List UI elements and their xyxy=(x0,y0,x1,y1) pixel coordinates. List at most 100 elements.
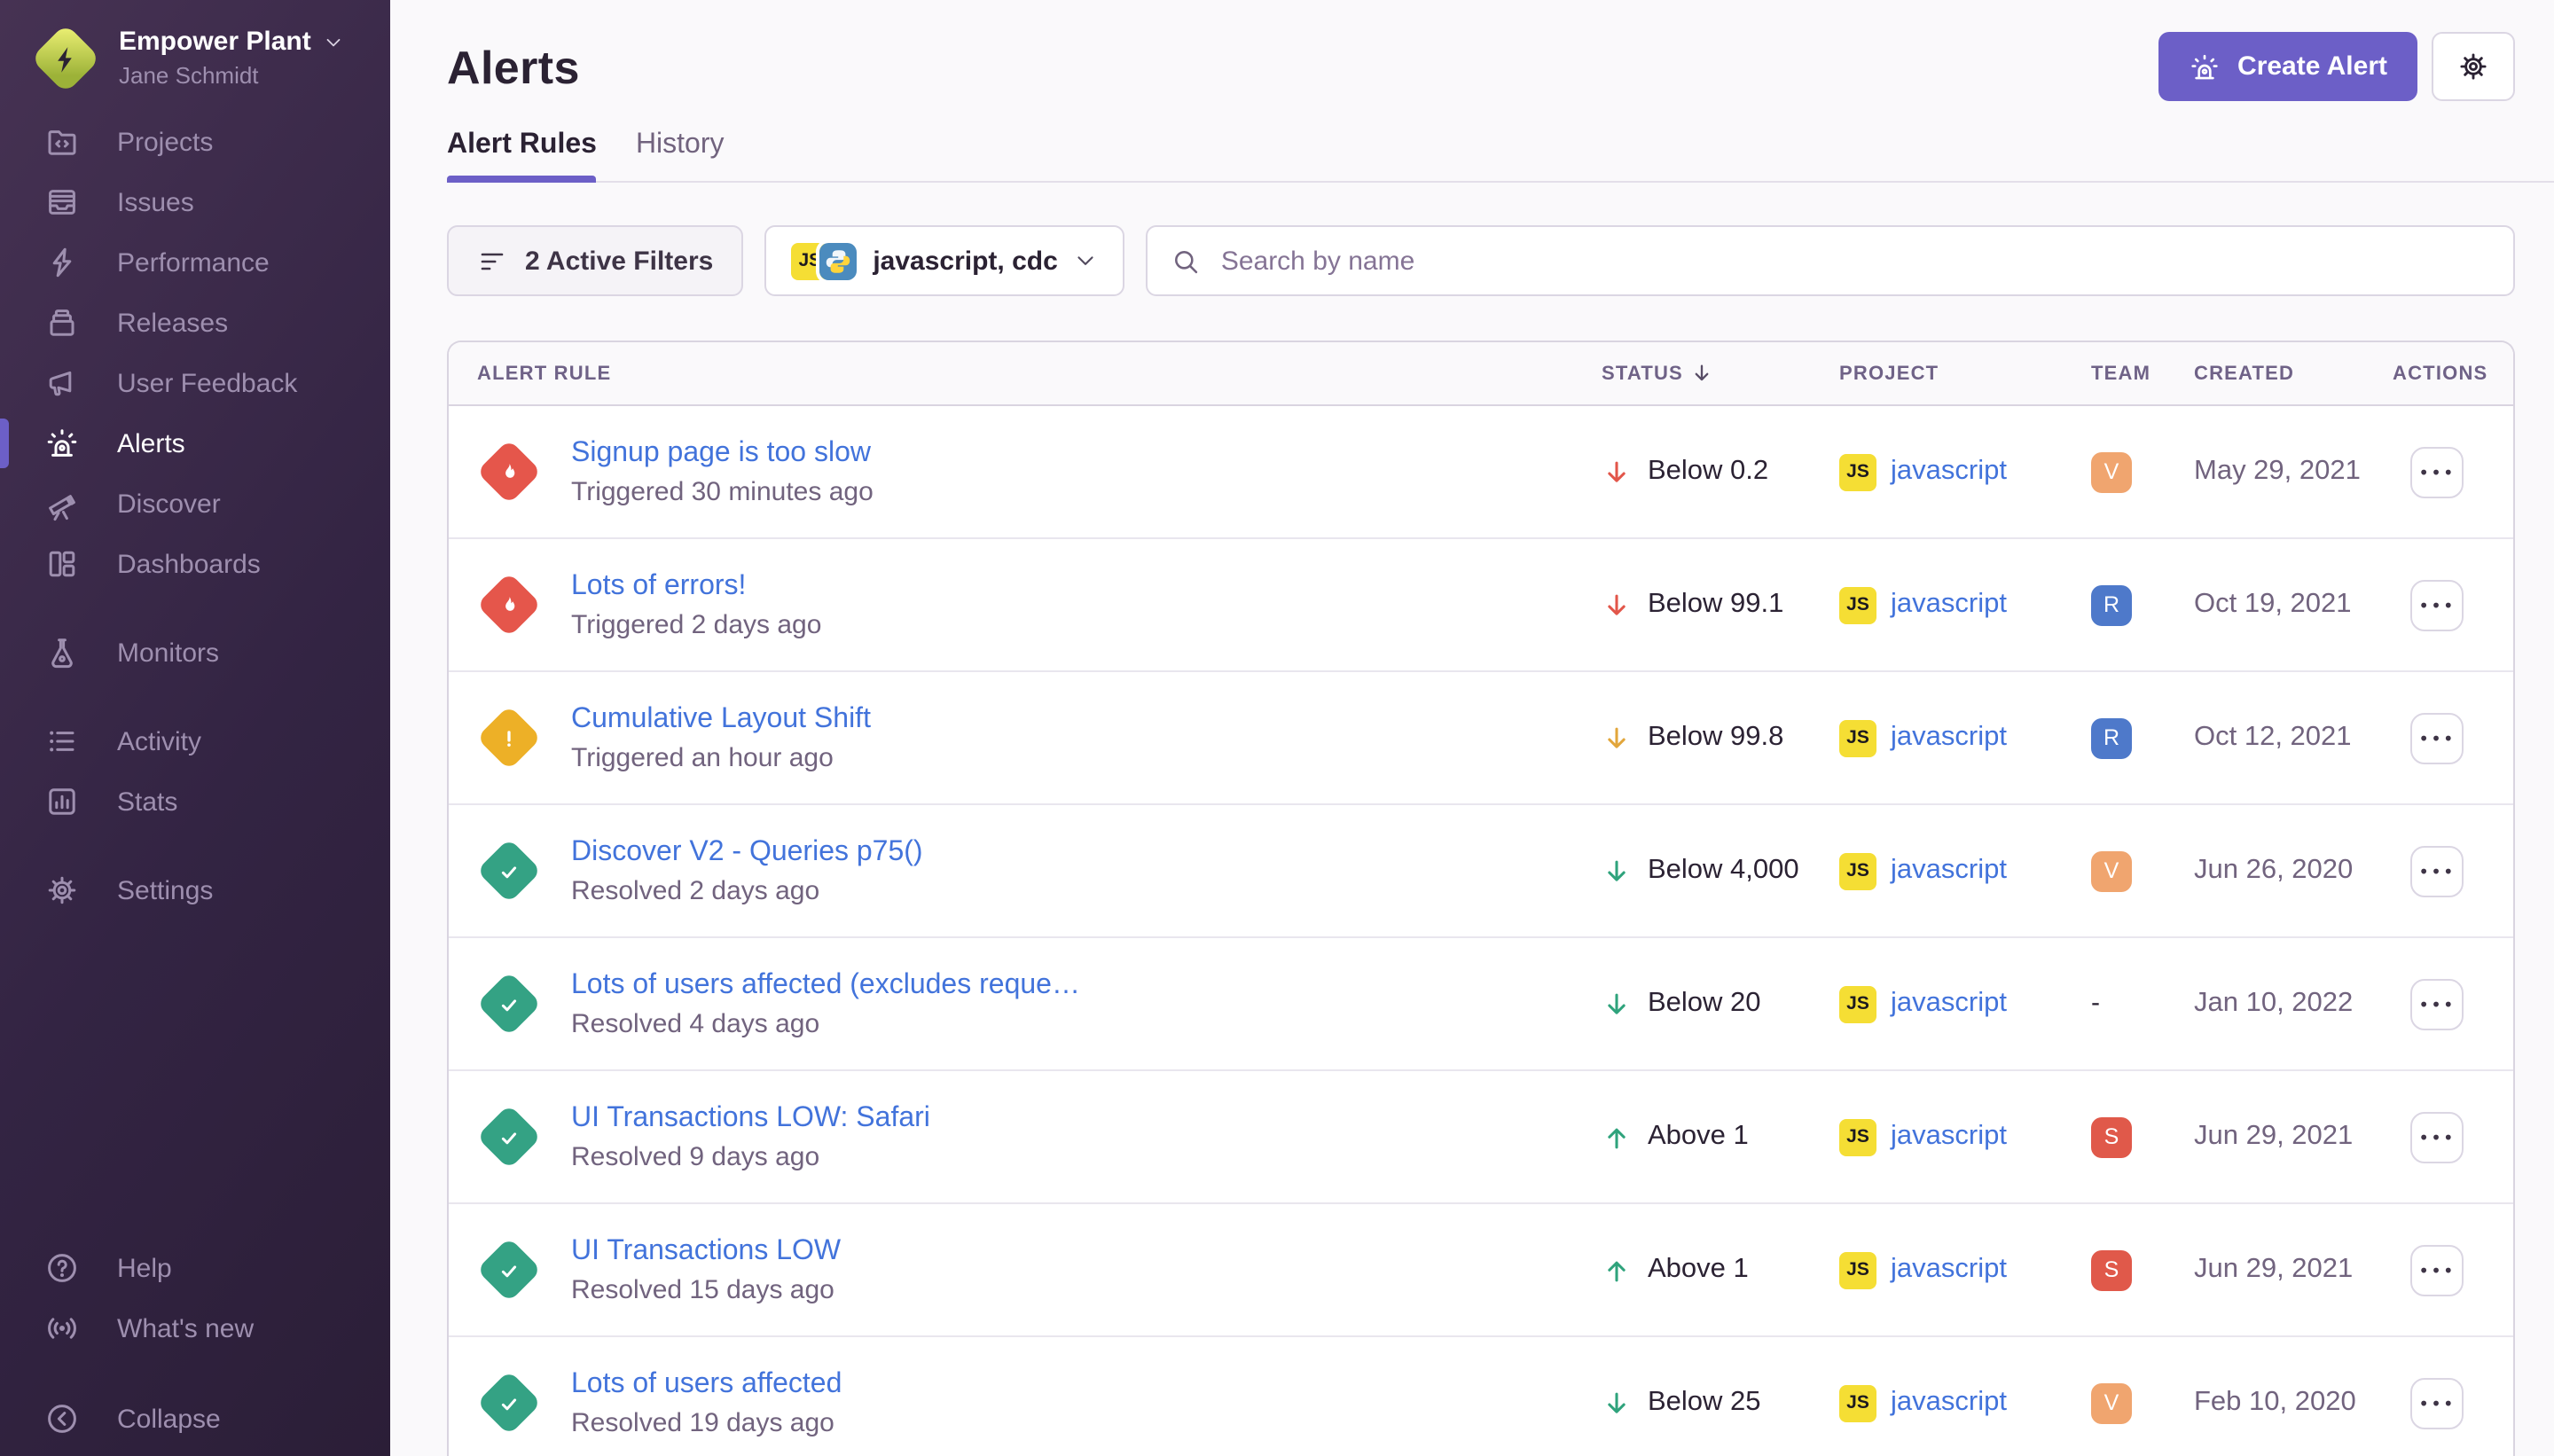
alert-rule-link[interactable]: UI Transactions LOW xyxy=(571,1234,841,1268)
sidebar-item-monitors[interactable]: Monitors xyxy=(0,622,390,683)
sidebar-item-alerts[interactable]: Alerts xyxy=(0,413,390,474)
sidebar-item-releases[interactable]: Releases xyxy=(0,293,390,353)
project-link[interactable]: javascript xyxy=(1891,1387,2007,1419)
tab-alert-rules[interactable]: Alert Rules xyxy=(447,129,597,181)
alert-rule-link[interactable]: Cumulative Layout Shift xyxy=(571,702,871,736)
status-value: Below 20 xyxy=(1648,988,1761,1020)
status-value: Below 99.1 xyxy=(1648,589,1783,621)
project-filter-dropdown[interactable]: JS javascript, cdc xyxy=(764,225,1124,296)
org-switcher[interactable]: Empower Plant Jane Schmidt xyxy=(0,0,390,90)
status-value: Above 1 xyxy=(1648,1121,1749,1153)
sort-descending-icon xyxy=(1690,362,1713,385)
project-link[interactable]: javascript xyxy=(1891,456,2007,488)
sidebar-item-activity[interactable]: Activity xyxy=(0,711,390,771)
column-header-created[interactable]: Created xyxy=(2194,363,2393,384)
team-avatar: S xyxy=(2091,1249,2132,1290)
empower-plant-logo-icon xyxy=(30,23,100,93)
sidebar-collapse-button[interactable]: Collapse xyxy=(0,1389,390,1449)
project-cell: JS javascript xyxy=(1839,1118,2091,1155)
project-link[interactable]: javascript xyxy=(1891,855,2007,887)
status-cell: Below 20 xyxy=(1602,988,1839,1020)
status-cell: Below 99.8 xyxy=(1602,722,1839,754)
alert-rule-link[interactable]: Lots of users affected xyxy=(571,1367,842,1401)
sidebar-item-user-feedback[interactable]: User Feedback xyxy=(0,353,390,413)
alert-rule-subtext: Resolved 19 days ago xyxy=(571,1408,842,1438)
status-cell: Below 0.2 xyxy=(1602,456,1839,488)
created-date: Oct 12, 2021 xyxy=(2194,722,2393,754)
trend-down-arrow-icon xyxy=(1602,457,1632,487)
project-cell: JS javascript xyxy=(1839,1384,2091,1421)
status-cell: Below 25 xyxy=(1602,1387,1839,1419)
sidebar-item-stats[interactable]: Stats xyxy=(0,771,390,832)
sidebar-item-projects[interactable]: Projects xyxy=(0,112,390,172)
alert-rule-subtext: Resolved 9 days ago xyxy=(571,1142,930,1172)
team-avatar: R xyxy=(2091,717,2132,758)
flame-icon xyxy=(475,572,541,638)
project-cell: JS javascript xyxy=(1839,719,2091,756)
row-actions-button[interactable] xyxy=(2410,712,2464,763)
alert-rule-link[interactable]: Lots of errors! xyxy=(571,569,821,603)
javascript-platform-icon: JS xyxy=(1839,985,1876,1022)
trend-up-arrow-icon xyxy=(1602,1122,1632,1152)
check-icon xyxy=(475,971,541,1037)
alert-rule-link[interactable]: Signup page is too slow xyxy=(571,436,874,470)
project-link[interactable]: javascript xyxy=(1891,988,2007,1020)
alert-rule-subtext: Resolved 15 days ago xyxy=(571,1275,841,1305)
trend-down-arrow-icon xyxy=(1602,590,1632,620)
app-window: Empower Plant Jane Schmidt Projects Issu… xyxy=(0,0,2554,1456)
javascript-platform-icon: JS xyxy=(1839,1118,1876,1155)
row-actions-button[interactable] xyxy=(2410,1111,2464,1162)
sidebar-item-help[interactable]: Help xyxy=(0,1238,390,1298)
sidebar-item-settings[interactable]: Settings xyxy=(0,860,390,920)
monitors-icon xyxy=(44,635,80,670)
alert-rule-link[interactable]: Discover V2 - Queries p75() xyxy=(571,835,923,869)
javascript-platform-icon: JS xyxy=(1839,453,1876,490)
row-actions-button[interactable] xyxy=(2410,1377,2464,1429)
search-input[interactable] xyxy=(1218,244,2490,278)
page-title: Alerts xyxy=(447,41,580,96)
project-cell: JS javascript xyxy=(1839,985,2091,1022)
settings-icon xyxy=(44,873,80,908)
sidebar-item-performance[interactable]: Performance xyxy=(0,232,390,293)
sidebar-item-issues[interactable]: Issues xyxy=(0,172,390,232)
sidebar-item-dashboards[interactable]: Dashboards xyxy=(0,534,390,594)
table-row: Discover V2 - Queries p75() Resolved 2 d… xyxy=(449,805,2513,938)
project-link[interactable]: javascript xyxy=(1891,1121,2007,1153)
team-avatar: S xyxy=(2091,1116,2132,1157)
activity-icon xyxy=(44,724,80,759)
row-actions-button[interactable] xyxy=(2410,1244,2464,1296)
javascript-platform-icon: JS xyxy=(1839,1384,1876,1421)
tab-history[interactable]: History xyxy=(636,129,725,181)
project-link[interactable]: javascript xyxy=(1891,722,2007,754)
active-filters-button[interactable]: 2 Active Filters xyxy=(447,225,743,296)
column-header-alert-rule[interactable]: Alert Rule xyxy=(449,363,1602,384)
sidebar-item-discover[interactable]: Discover xyxy=(0,474,390,534)
project-link[interactable]: javascript xyxy=(1891,589,2007,621)
created-date: Jun 29, 2021 xyxy=(2194,1254,2393,1286)
table-row: Signup page is too slow Triggered 30 min… xyxy=(449,406,2513,539)
column-header-team[interactable]: Team xyxy=(2091,363,2194,384)
ellipsis-icon xyxy=(2418,1389,2455,1416)
status-value: Below 99.8 xyxy=(1648,722,1783,754)
issues-icon xyxy=(44,184,80,220)
status-cell: Above 1 xyxy=(1602,1254,1839,1286)
alert-rule-link[interactable]: Lots of users affected (excludes reque… xyxy=(571,968,1080,1002)
alert-rule-link[interactable]: UI Transactions LOW: Safari xyxy=(571,1101,930,1135)
column-header-status[interactable]: Status xyxy=(1602,362,1839,385)
row-actions-button[interactable] xyxy=(2410,446,2464,497)
team-cell: V xyxy=(2091,451,2194,492)
row-actions-button[interactable] xyxy=(2410,845,2464,896)
row-actions-button[interactable] xyxy=(2410,978,2464,1029)
project-link[interactable]: javascript xyxy=(1891,1254,2007,1286)
column-header-project[interactable]: Project xyxy=(1839,363,2091,384)
column-header-actions[interactable]: Actions xyxy=(2393,363,2513,384)
sidebar-item-what-s-new[interactable]: What's new xyxy=(0,1298,390,1358)
create-alert-button[interactable]: Create Alert xyxy=(2158,32,2417,101)
ellipsis-icon xyxy=(2418,990,2455,1017)
alert-rules-table: Alert Rule Status Project Team Created A… xyxy=(447,341,2515,1456)
ellipsis-icon xyxy=(2418,458,2455,485)
alert-settings-button[interactable] xyxy=(2432,32,2515,101)
user-name: Jane Schmidt xyxy=(119,63,345,90)
row-actions-button[interactable] xyxy=(2410,579,2464,630)
created-date: Jun 26, 2020 xyxy=(2194,855,2393,887)
